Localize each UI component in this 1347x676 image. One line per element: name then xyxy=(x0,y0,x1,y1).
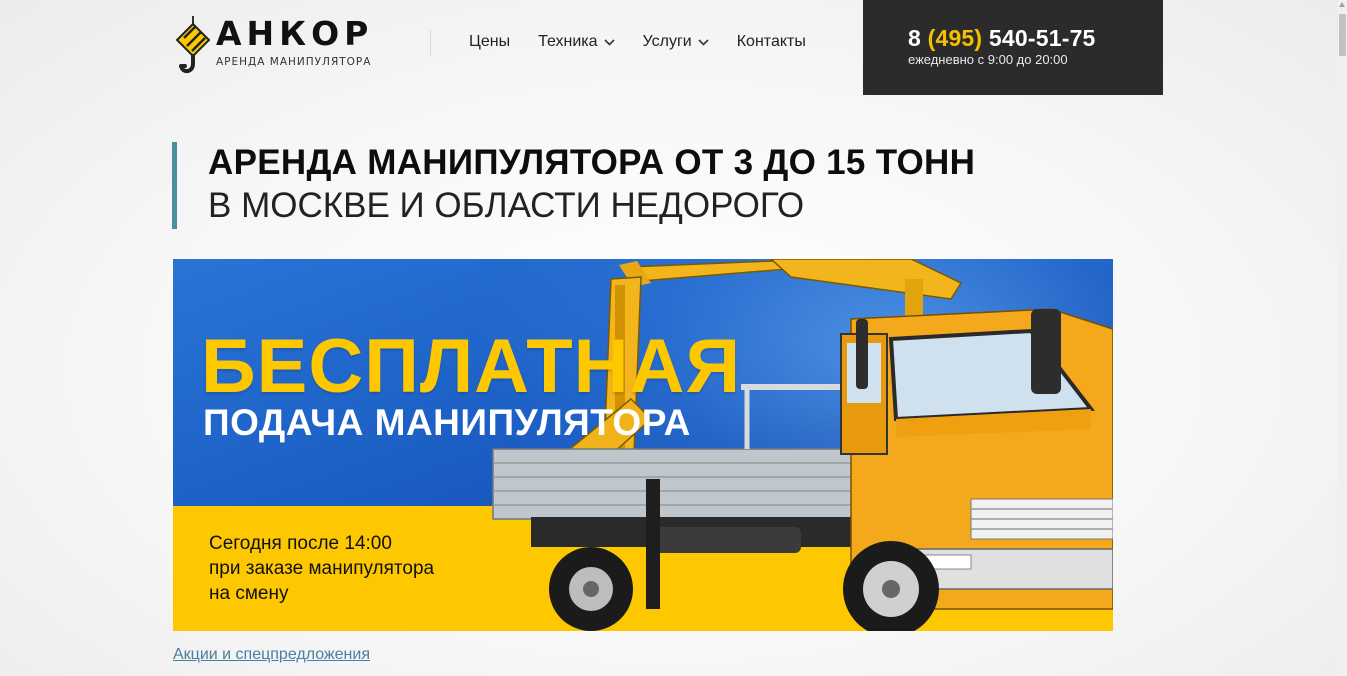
logo-name: АНКОР xyxy=(216,14,374,53)
main-nav: Цены Техника Услуги Контакты xyxy=(469,33,806,51)
promotions-link[interactable]: Акции и спецпредложения xyxy=(173,646,370,664)
working-hours: ежедневно с 9:00 до 20:00 xyxy=(908,52,1068,67)
nav-item-prices[interactable]: Цены xyxy=(469,33,510,51)
page-subtitle: В МОСКВЕ И ОБЛАСТИ НЕДОРОГО xyxy=(208,186,805,225)
scroll-thumb[interactable] xyxy=(1339,14,1346,56)
logo-tagline: АРЕНДА МАНИПУЛЯТОРА xyxy=(216,56,372,68)
banner-note-line: на смену xyxy=(209,583,289,604)
phone-prefix: 8 xyxy=(908,25,921,51)
contact-box: 8 (495) 540-51-75 ежедневно с 9:00 до 20… xyxy=(863,0,1163,95)
nav-item-label: Цены xyxy=(469,33,511,50)
nav-item-label: Услуги xyxy=(642,33,692,50)
chevron-down-icon xyxy=(603,38,615,46)
banner-note-line: при заказе манипулятора xyxy=(209,558,435,579)
banner-note-line: Сегодня после 14:00 xyxy=(209,533,392,554)
phone-digits: 540-51-75 xyxy=(988,25,1096,51)
nav-item-label: Контакты xyxy=(736,33,806,50)
crane-hook-icon xyxy=(175,16,211,73)
nav-item-services[interactable]: Услуги xyxy=(643,33,709,51)
scroll-up-icon[interactable] xyxy=(1339,2,1345,7)
nav-item-contacts[interactable]: Контакты xyxy=(737,33,806,51)
chevron-down-icon xyxy=(698,38,709,46)
truck-crane-image xyxy=(492,259,1113,631)
banner-note: Сегодня после 14:00 при заказе манипулят… xyxy=(209,531,434,606)
nav-item-equipment[interactable]: Техника xyxy=(538,33,615,51)
banner-subtitle: ПОДАЧА МАНИПУЛЯТОРА xyxy=(203,402,691,443)
phone-code: (495) xyxy=(927,25,983,51)
logo[interactable]: АНКОР АРЕНДА МАНИПУЛЯТОРА xyxy=(172,16,373,82)
banner-title: БЕСПЛАТНАЯ xyxy=(201,324,742,409)
scrollbar[interactable] xyxy=(1338,0,1347,676)
nav-item-label: Техника xyxy=(538,33,598,50)
header-divider xyxy=(430,30,431,56)
promo-banner[interactable]: БЕСПЛАТНАЯ ПОДАЧА МАНИПУЛЯТОРА Сегодня п… xyxy=(173,259,1113,631)
heading-accent-bar xyxy=(172,142,177,229)
page: АНКОР АРЕНДА МАНИПУЛЯТОРА Цены Техника У… xyxy=(0,0,1347,676)
page-title: АРЕНДА МАНИПУЛЯТОРА ОТ 3 ДО 15 ТОНН xyxy=(208,143,976,182)
phone-number[interactable]: 8 (495) 540-51-75 xyxy=(908,25,1096,52)
